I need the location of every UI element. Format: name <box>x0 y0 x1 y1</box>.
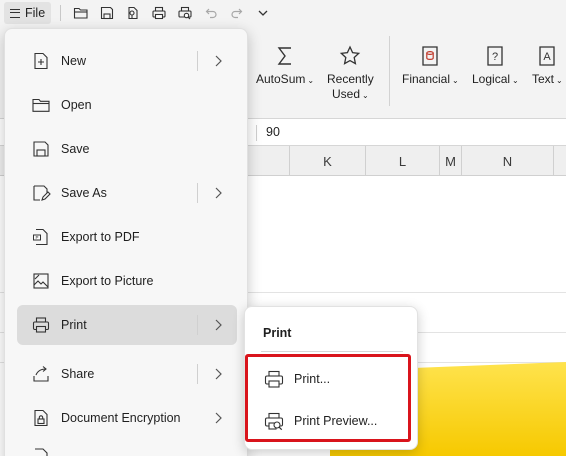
svg-text:?: ? <box>492 51 498 63</box>
recently-used-button[interactable]: Recently Used ⌄ <box>327 44 374 103</box>
menu-item-export-pdf[interactable]: P Export to PDF <box>17 217 237 257</box>
print-preview-button[interactable] <box>172 2 198 24</box>
menu-item-label: Export to Picture <box>61 274 154 288</box>
column-header-j[interactable] <box>248 146 290 176</box>
export-pdf-button[interactable] <box>120 2 146 24</box>
menu-item-new[interactable]: New <box>17 41 237 81</box>
star-icon <box>340 45 361 65</box>
export-pdf-icon <box>128 6 138 20</box>
text-functions-button[interactable]: A Text ⌄ <box>532 44 563 88</box>
menu-item-save[interactable]: Save <box>17 129 237 169</box>
chevron-down-icon: ⌄ <box>307 76 315 85</box>
menu-item-print[interactable]: Print <box>17 305 237 345</box>
export-pdf-icon: P <box>30 226 52 248</box>
text-icon: A <box>539 46 556 66</box>
open-folder-icon <box>74 7 88 19</box>
menu-item-label: Export to PDF <box>61 230 140 244</box>
menu-item-label: New <box>61 54 87 68</box>
recently-used-label-1: Recently <box>327 72 374 86</box>
menu-item-label: Save As <box>61 186 107 200</box>
file-menu-label: File <box>25 6 46 20</box>
sigma-icon <box>277 47 292 65</box>
menu-item-partial[interactable] <box>17 443 237 456</box>
chevron-right-icon[interactable] <box>211 366 225 382</box>
menu-item-label: Save <box>61 142 90 156</box>
column-header-n[interactable]: N <box>462 146 554 176</box>
save-icon <box>101 6 114 20</box>
print-icon <box>152 6 166 20</box>
formula-bar-divider <box>256 125 257 141</box>
column-header-l[interactable]: L <box>366 146 440 176</box>
text-label: Text <box>532 72 555 86</box>
financial-button[interactable]: Financial ⌄ <box>402 44 459 88</box>
menu-item-divider <box>197 183 198 203</box>
menu-item-divider <box>197 315 198 335</box>
recently-used-label-2: Used <box>331 87 360 101</box>
chevron-right-icon[interactable] <box>211 185 225 201</box>
toolbar-divider <box>60 5 62 21</box>
chevron-down-icon: ⌄ <box>512 76 519 85</box>
document-icon <box>30 442 52 456</box>
save-icon <box>30 138 52 160</box>
customize-toolbar-button[interactable] <box>250 2 276 24</box>
menu-item-open[interactable]: Open <box>17 85 237 125</box>
undo-icon <box>205 8 217 19</box>
chevron-down-icon: ⌄ <box>362 91 369 100</box>
column-header-m[interactable]: M <box>440 146 462 176</box>
save-button[interactable] <box>94 2 120 24</box>
logical-button[interactable]: ? Logical ⌄ <box>472 44 519 88</box>
save-as-icon <box>30 182 52 204</box>
undo-button[interactable] <box>198 2 224 24</box>
menu-item-label: Print <box>61 318 87 332</box>
quick-access-toolbar: File <box>0 0 566 26</box>
redo-button[interactable] <box>224 2 250 24</box>
chevron-right-icon[interactable] <box>211 410 225 426</box>
menu-item-label: Share <box>61 367 95 381</box>
menu-item-export-picture[interactable]: Export to Picture <box>17 261 237 301</box>
chevron-right-icon[interactable] <box>211 317 225 333</box>
file-menu-panel: New Open Save Save As P Export to PDF Ex… <box>4 28 248 456</box>
folder-icon <box>30 94 52 116</box>
submenu-divider <box>261 351 403 352</box>
logical-icon: ? <box>487 46 504 66</box>
open-folder-button[interactable] <box>68 2 94 24</box>
menu-item-divider <box>197 364 198 384</box>
chevron-down-icon: ⌄ <box>452 76 459 85</box>
menu-item-label: Document Encryption <box>61 411 181 425</box>
chevron-right-icon[interactable] <box>211 53 225 69</box>
share-icon <box>30 363 52 385</box>
highlight-annotation-box <box>245 354 411 442</box>
submenu-title: Print <box>263 326 292 340</box>
autosum-button[interactable]: AutoSum ⌄ <box>256 44 314 88</box>
document-encryption-icon <box>30 407 52 429</box>
menu-item-document-encryption[interactable]: Document Encryption <box>17 398 237 438</box>
new-document-icon <box>30 50 52 72</box>
financial-label: Financial <box>402 72 451 86</box>
menu-item-divider <box>197 51 198 71</box>
autosum-label: AutoSum <box>256 72 306 86</box>
logical-label: Logical <box>472 72 511 86</box>
chevron-down-icon: ⌄ <box>556 76 563 85</box>
redo-icon <box>231 8 243 19</box>
customize-dropdown-icon <box>258 10 268 16</box>
ribbon-divider <box>389 36 390 106</box>
hamburger-icon <box>10 8 20 18</box>
svg-text:P: P <box>35 235 38 240</box>
menu-item-save-as[interactable]: Save As <box>17 173 237 213</box>
financial-icon <box>422 46 439 66</box>
menu-item-share[interactable]: Share <box>17 354 237 394</box>
svg-text:A: A <box>544 51 552 63</box>
menu-item-label: Open <box>61 98 92 112</box>
printer-icon <box>30 314 52 336</box>
file-menu-button[interactable]: File <box>4 2 52 24</box>
column-header-k[interactable]: K <box>290 146 366 176</box>
formula-bar-value: 90 <box>266 125 280 139</box>
export-picture-icon <box>30 270 52 292</box>
print-button[interactable] <box>146 2 172 24</box>
print-preview-icon <box>178 6 192 20</box>
